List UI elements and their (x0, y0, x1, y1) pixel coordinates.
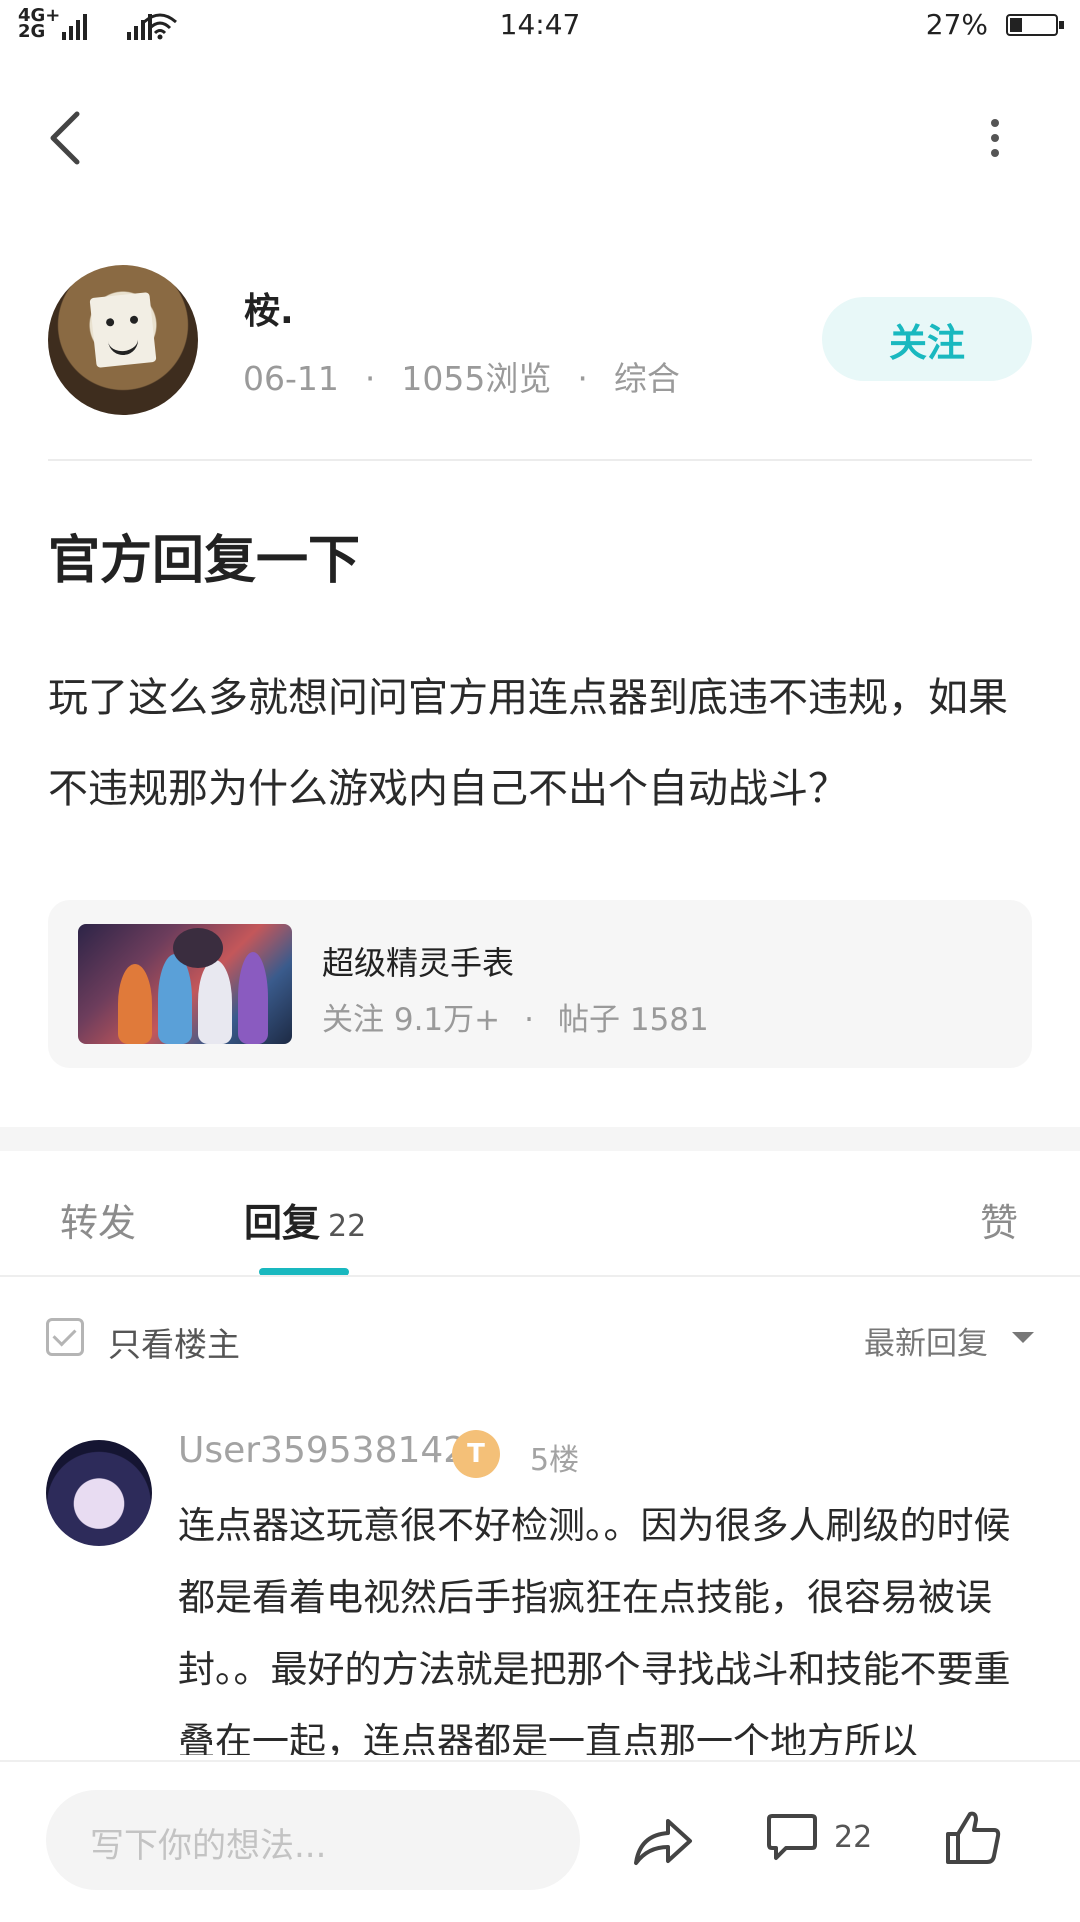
tab-reply-count: 22 (328, 1209, 367, 1244)
battery-percent: 27% (925, 8, 988, 41)
divider (0, 1275, 1080, 1277)
post-body: 玩了这么多就想问问官方用连点器到底违不违规，如果不违规那为什么游戏内自己不出个自… (48, 675, 1008, 812)
commenter-avatar[interactable] (46, 1440, 152, 1546)
user-level-badge: T (452, 1430, 500, 1478)
thumbs-up-icon[interactable] (944, 1808, 1002, 1866)
commenter-name[interactable]: User359538142 (178, 1430, 466, 1471)
post-title: 官方回复一下 (48, 531, 361, 591)
clock: 14:47 (499, 8, 581, 41)
tab-forward[interactable]: 转发 (60, 1192, 136, 1247)
more-vertical-icon[interactable] (985, 118, 1005, 158)
share-icon[interactable] (630, 1813, 694, 1869)
author-avatar[interactable] (48, 265, 198, 415)
status-bar: 4G+ 2G 14:47 27% (0, 0, 1080, 50)
post-views: 1055浏览 (401, 359, 552, 398)
comment-input[interactable]: 写下你的想法... (46, 1790, 580, 1890)
sort-dropdown[interactable]: 最新回复 (864, 1318, 988, 1363)
comment-input-placeholder: 写下你的想法... (90, 1826, 327, 1866)
circle-posts: 帖子 1581 (558, 1002, 709, 1038)
comment-icon[interactable] (766, 1812, 818, 1862)
back-arrow-icon[interactable] (45, 110, 85, 166)
author-name[interactable]: 桉. (244, 282, 294, 334)
circle-meta: 关注 9.1万+ · 帖子 1581 (322, 1002, 709, 1038)
chevron-down-icon[interactable] (1012, 1332, 1034, 1343)
comment-count: 22 (834, 1820, 873, 1855)
only-op-label[interactable]: 只看楼主 (108, 1318, 240, 1366)
post-meta: 06-11 · 1055浏览 · 综合 (243, 359, 680, 398)
section-separator (0, 1127, 1080, 1151)
divider (48, 459, 1032, 461)
circle-card[interactable]: 超级精灵手表 关注 9.1万+ · 帖子 1581 (48, 900, 1032, 1068)
follow-button[interactable]: 关注 (822, 297, 1032, 381)
post-category: 综合 (613, 359, 680, 398)
tab-reply-label: 回复 (244, 1201, 321, 1245)
tab-like[interactable]: 赞 (980, 1192, 1018, 1247)
floor-number: 5楼 (530, 1443, 580, 1478)
only-op-checkbox[interactable] (46, 1318, 84, 1356)
circle-name: 超级精灵手表 (322, 944, 515, 982)
comment-text: 连点器这玩意很不好检测。。因为很多人刷级的时候都是看着电视然后手指疯狂在点技能，… (178, 1504, 1011, 1755)
tab-reply[interactable]: 回复 22 (244, 1192, 366, 1247)
post-date: 06-11 (243, 359, 339, 398)
circle-followers: 关注 9.1万+ (322, 1002, 501, 1038)
battery-icon (1006, 14, 1064, 36)
circle-thumbnail (78, 924, 292, 1044)
check-icon (52, 1322, 77, 1347)
